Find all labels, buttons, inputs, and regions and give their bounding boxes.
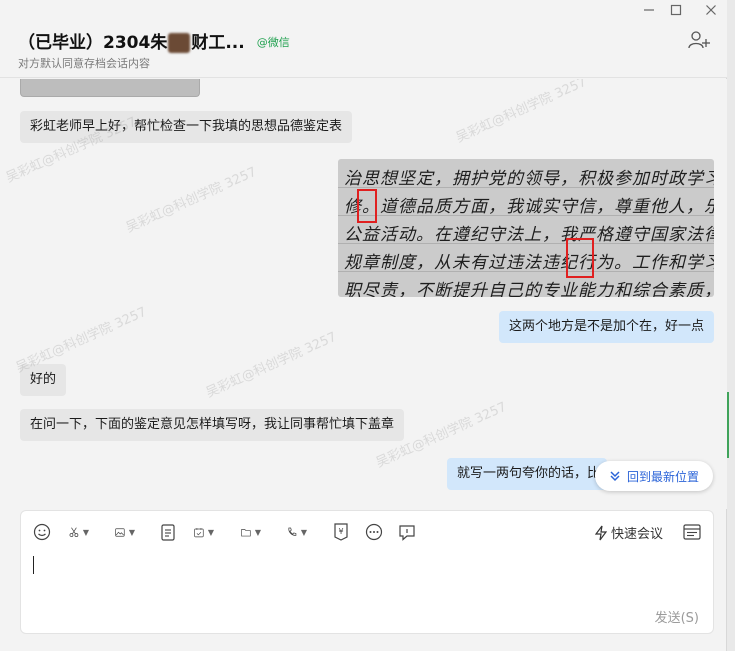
title-row: （已毕业）2304朱 财工... @微信 [18,28,290,53]
document-icon[interactable] [161,523,181,541]
red-highlight-box [357,189,377,223]
handwriting-image-message[interactable]: 治思想坚定，拥护党的领导，积极参加时政学习，不断提升 修。道德品质方面，我诚实守… [338,159,714,297]
phone-icon[interactable]: ▼ [287,523,307,541]
wechat-source-tag: @微信 [256,35,290,49]
message-composer: ▼ ▼ ▼ ▼ ▼ ¥ 快速会议 发送(S) [20,510,714,634]
folder-icon[interactable]: ▼ [241,523,261,541]
text-input-caret[interactable] [33,556,34,574]
handwriting-line: 公益活动。在遵纪守法上，我严格遵守国家法律法 [344,225,714,245]
quick-meeting-button[interactable]: 快速会议 [595,523,663,542]
lightning-icon [595,525,607,540]
jump-to-latest-label: 回到最新位置 [626,469,699,484]
chat-title[interactable]: （已毕业）2304朱 财工... [18,28,245,53]
message-bubble-incoming[interactable]: 好的 [20,364,67,396]
chevron-down-icon[interactable]: ▼ [83,528,89,537]
add-member-icon[interactable] [688,30,710,50]
chevron-down-icon[interactable]: ▼ [301,528,307,537]
red-packet-icon[interactable]: ¥ [333,523,353,541]
quick-meeting-label: 快速会议 [611,527,664,542]
handwriting-line: 规章制度，从未有过违法违纪行为。工作和学习中，我勤 [344,253,714,273]
chevron-down-icon[interactable]: ▼ [255,528,261,537]
red-highlight-box [566,238,594,278]
maximize-icon[interactable] [665,4,687,20]
handwriting-line: 治思想坚定，拥护党的领导，积极参加时政学习，不断提升 [344,169,714,189]
handwriting-line: 修。道德品质方面，我诚实守信，尊重他人，乐于助人， [344,197,714,217]
composer-toolbar: ▼ ▼ ▼ ▼ ▼ ¥ 快速会议 [21,511,715,553]
message-bubble-outgoing[interactable]: 这两个地方是不是加个在，好一点 [498,311,714,343]
send-button[interactable]: 发送(S) [655,607,699,626]
redacted-name-blur [168,33,191,53]
chat-header: （已毕业）2304朱 财工... @微信 对方默认同意存档会话内容 [0,0,727,78]
double-chevron-down-icon [610,471,620,482]
scissors-icon[interactable]: ▼ [69,523,89,541]
svg-text:¥: ¥ [338,527,343,536]
more-icon[interactable] [365,523,385,541]
handwriting-line: 职尽责，不断提升自己的专业能力和综合素质，取得 [344,281,714,297]
chat-bubble-icon[interactable] [398,523,418,541]
message-bubble-outgoing[interactable]: 就写一两句夸你的话，比 [447,458,607,490]
previous-image-message[interactable] [20,79,200,97]
message-history-icon[interactable] [683,523,703,541]
archive-notice: 对方默认同意存档会话内容 [18,57,150,70]
message-bubble-incoming[interactable]: 彩虹老师早上好，帮忙检查一下我填的思想品德鉴定表 [20,111,353,143]
watermark: 吴彩虹@科创学院 3257 [453,79,589,146]
jump-to-latest-button[interactable]: 回到最新位置 [595,461,713,491]
message-bubble-incoming[interactable]: 在问一下，下面的鉴定意见怎样填写呀，我让同事帮忙填下盖章 [20,409,405,441]
emoji-icon[interactable] [33,523,53,541]
message-list[interactable]: 彩虹老师早上好，帮忙检查一下我填的思想品德鉴定表 治思想坚定，拥护党的领导，积极… [0,79,727,509]
close-icon[interactable] [700,4,722,20]
chat-window: （已毕业）2304朱 财工... @微信 对方默认同意存档会话内容 彩虹老师早上好… [0,0,727,651]
calendar-check-icon[interactable]: ▼ [194,523,214,541]
watermark: 吴彩虹@科创学院 3257 [123,164,259,236]
image-icon[interactable]: ▼ [115,523,135,541]
adjacent-window-edge [727,0,735,651]
minimize-icon[interactable] [638,4,660,20]
chevron-down-icon[interactable]: ▼ [129,528,135,537]
watermark: 吴彩虹@科创学院 3257 [203,329,339,401]
edge-accent [727,392,735,458]
chevron-down-icon[interactable]: ▼ [208,528,214,537]
